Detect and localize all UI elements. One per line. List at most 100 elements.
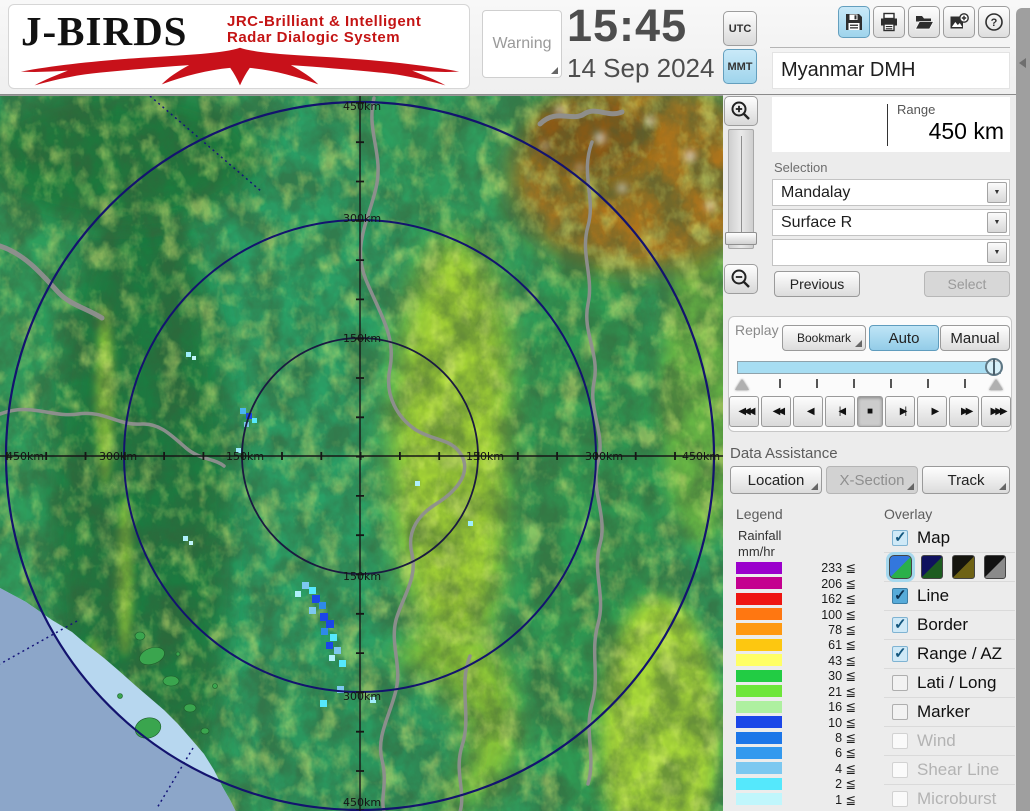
previous-button[interactable]: Previous — [774, 271, 860, 297]
svg-text:450km: 450km — [343, 796, 381, 809]
svg-text:?: ? — [991, 17, 998, 29]
zoom-slider-groove — [741, 136, 742, 244]
print-icon — [881, 12, 897, 32]
line-checkbox[interactable] — [892, 586, 908, 604]
stop-button[interactable]: ■ — [856, 396, 884, 427]
open-folder-button[interactable] — [908, 6, 940, 38]
site-dropdown-value: Mandalay — [781, 183, 851, 201]
overlay-item-shear-line: Shear Line — [884, 756, 1015, 785]
jbirds-window: J-BIRDS JRC-Brilliant & Intelligent Rada… — [0, 0, 1030, 811]
chevron-down-icon[interactable]: ▼ — [987, 242, 1007, 263]
overlay-options: Map Line Border Range / AZ Lati / Long M… — [884, 524, 1015, 811]
warning-label: Warning — [492, 35, 552, 52]
overlay-item-microburst: Microburst — [884, 785, 1015, 811]
manual-mode-button[interactable]: Manual — [940, 325, 1010, 351]
overlay-item-lati-long[interactable]: Lati / Long — [884, 669, 1015, 698]
forward-fast-button[interactable]: ▶▶▶ — [981, 396, 1012, 427]
map-style-row — [884, 553, 1015, 582]
zoom-slider-handle[interactable] — [725, 232, 757, 245]
range-divider — [887, 104, 888, 146]
lati-long-checkbox[interactable] — [892, 675, 908, 691]
extra-dropdown[interactable]: ▼ — [772, 239, 1010, 266]
svg-text:150km: 150km — [343, 570, 381, 583]
location-button[interactable]: Location — [730, 466, 822, 494]
replay-slider[interactable] — [737, 358, 1003, 376]
range-az-checkbox[interactable] — [892, 644, 908, 662]
forward-button[interactable]: ▶▶ — [949, 396, 980, 427]
zoom-out-button[interactable] — [724, 264, 758, 294]
map-style-2-button[interactable] — [920, 555, 943, 579]
overlay-item-border[interactable]: Border — [884, 611, 1015, 640]
help-icon: ? — [985, 13, 1003, 31]
overlay-item-marker[interactable]: Marker — [884, 698, 1015, 727]
radar-map[interactable]: 450km 300km 150km 150km 300km 450km 450k… — [0, 81, 770, 811]
skip-start-button[interactable]: |◀ — [824, 396, 855, 427]
svg-text:300km: 300km — [343, 212, 381, 225]
save-icon — [846, 14, 862, 30]
timezone-utc-button[interactable]: UTC — [723, 11, 757, 46]
svg-text:450km: 450km — [6, 450, 44, 463]
logo-subtitle-line2: Radar Dialogic System — [227, 29, 401, 46]
slider-end-marker[interactable] — [989, 379, 1003, 390]
slider-start-marker[interactable] — [735, 379, 749, 390]
xsection-label: X-Section — [839, 471, 905, 489]
add-image-button[interactable] — [943, 6, 975, 38]
panel-collapse-strip[interactable] — [1016, 8, 1030, 811]
track-button[interactable]: Track — [922, 466, 1010, 494]
microburst-checkbox — [892, 791, 908, 807]
overlay-header: Overlay — [884, 506, 933, 522]
select-button[interactable]: Select — [924, 271, 1010, 297]
radar-map-canvas: 450km 300km 150km 150km 300km 450km 450k… — [0, 81, 770, 811]
svg-text:300km: 300km — [99, 450, 137, 463]
overlay-item-map[interactable]: Map — [884, 524, 1015, 553]
zoom-in-icon — [731, 101, 750, 120]
range-display: Range 450 km — [772, 97, 1010, 152]
svg-text:450km: 450km — [682, 450, 720, 463]
map-style-1-button[interactable] — [889, 555, 912, 579]
print-button[interactable] — [873, 6, 905, 38]
clock-date: 14 Sep 2024 — [567, 53, 715, 83]
svg-text:450km: 450km — [343, 100, 381, 113]
save-button[interactable] — [838, 6, 870, 38]
overlay-item-range-az[interactable]: Range / AZ — [884, 640, 1015, 669]
zoom-in-button[interactable] — [724, 96, 758, 126]
timezone-mmt-button[interactable]: MMT — [723, 49, 757, 84]
chevron-down-icon[interactable]: ▼ — [987, 212, 1007, 233]
map-style-4-button[interactable] — [983, 555, 1006, 579]
replay-slider-handle[interactable] — [985, 358, 1003, 376]
selection-label: Selection — [774, 160, 828, 175]
rewind-button[interactable]: ◀◀ — [760, 396, 791, 427]
chevron-down-icon[interactable]: ▼ — [987, 182, 1007, 203]
replay-label: Replay — [735, 322, 779, 338]
rewind-fast-button[interactable]: ◀◀◀ — [729, 396, 759, 427]
bookmark-button[interactable]: Bookmark — [782, 325, 866, 351]
overlay-item-line[interactable]: Line — [884, 582, 1015, 611]
border-checkbox[interactable] — [892, 615, 908, 633]
xsection-button[interactable]: X-Section — [826, 466, 918, 494]
range-value: 450 km — [928, 118, 1004, 144]
map-style-3-button[interactable] — [952, 555, 975, 579]
wind-checkbox — [892, 733, 908, 749]
zoom-slider[interactable] — [725, 129, 757, 249]
skip-end-button[interactable]: ▶| — [885, 396, 916, 427]
site-dropdown[interactable]: Mandalay ▼ — [772, 179, 1010, 206]
add-image-icon — [950, 13, 969, 29]
auto-mode-button[interactable]: Auto — [869, 325, 939, 351]
svg-text:150km: 150km — [226, 450, 264, 463]
product-dropdown[interactable]: Surface R ▼ — [772, 209, 1010, 236]
clock-time: 15:45 — [567, 0, 688, 51]
warning-button[interactable]: Warning — [482, 10, 562, 78]
map-checkbox[interactable] — [892, 528, 908, 546]
rainfall-legend: 233 ≦ 206 ≦ 162 ≦ 100 ≦ 78 ≦ 61 ≦ 43 ≦ 3… — [736, 560, 858, 807]
step-back-button[interactable]: ◀ — [792, 396, 823, 427]
header-bar: J-BIRDS JRC-Brilliant & Intelligent Rada… — [0, 0, 1030, 95]
svg-text:300km: 300km — [585, 450, 623, 463]
play-button[interactable]: ▶ — [917, 396, 948, 427]
collapse-arrow-icon — [1019, 58, 1026, 68]
zoom-out-icon — [731, 269, 750, 288]
shear-line-checkbox — [892, 762, 908, 778]
marker-checkbox[interactable] — [892, 704, 908, 720]
help-button[interactable]: ? — [978, 6, 1010, 38]
track-label: Track — [947, 471, 985, 489]
playback-controls: ◀◀◀ ◀◀ ◀ |◀ ■ ▶| ▶ ▶▶ ▶▶▶ — [729, 396, 1012, 427]
